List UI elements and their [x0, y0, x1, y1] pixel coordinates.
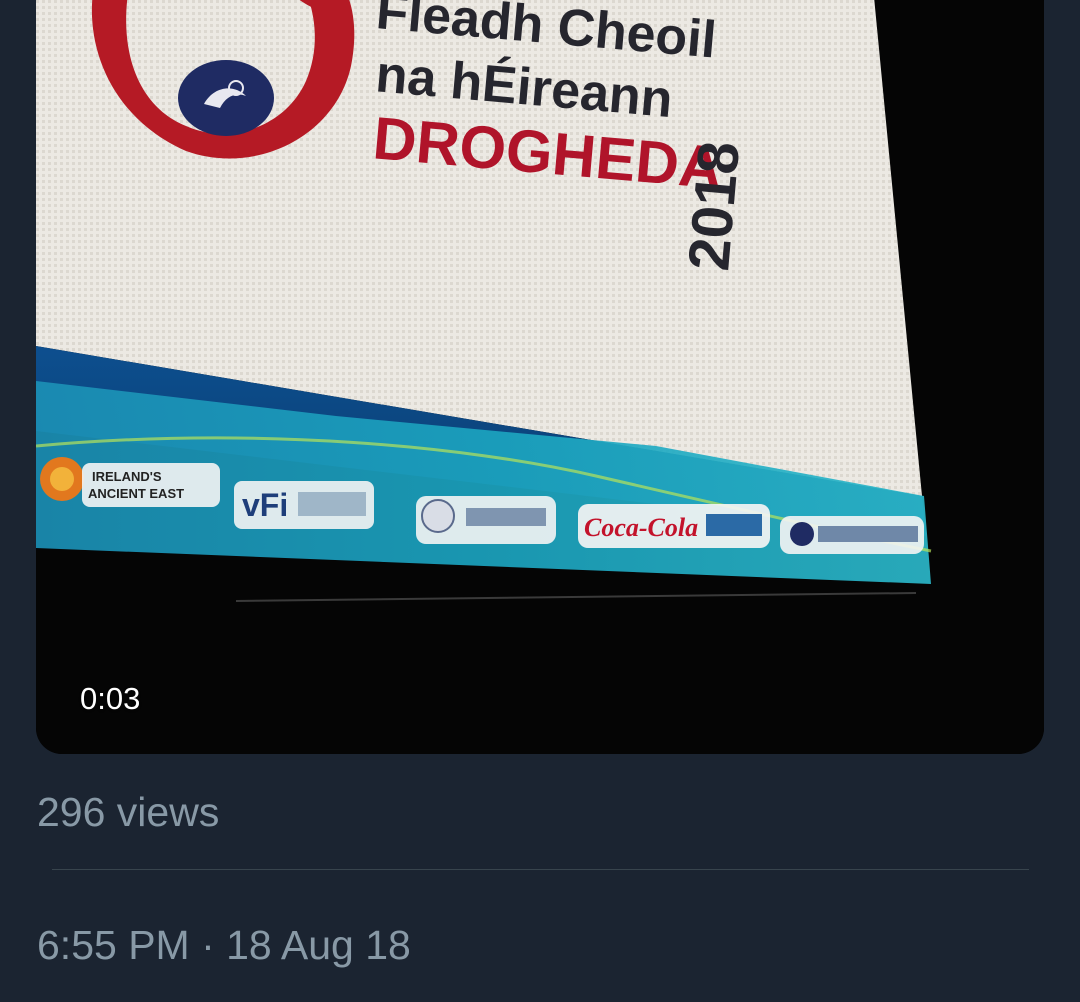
video-duration-badge: 0:03 [80, 681, 141, 716]
video-player[interactable]: Fleadh Cheoil na hÉireann DROGHEDA 2018 … [36, 0, 1044, 754]
sponsor-council [416, 496, 556, 544]
sponsor-social [780, 516, 924, 554]
sponsor-vfi: vFi [234, 481, 374, 529]
tweet-timestamp[interactable]: 6:55 PM · 18 Aug 18 [37, 921, 411, 969]
sponsor-ancient-east: IRELAND'S ANCIENT EAST [40, 457, 220, 507]
svg-text:IRELAND'S: IRELAND'S [92, 469, 162, 484]
sponsor-cocacola: Coca-Cola [578, 504, 770, 548]
tweet-detail-page: Fleadh Cheoil na hÉireann DROGHEDA 2018 … [0, 0, 1080, 1002]
svg-text:vFi: vFi [242, 487, 288, 523]
headline-year: 2018 [676, 139, 752, 273]
svg-text:ANCIENT EAST: ANCIENT EAST [88, 486, 184, 501]
view-count: 296 views [37, 789, 220, 835]
video-frame: Fleadh Cheoil na hÉireann DROGHEDA 2018 … [36, 0, 1044, 754]
divider [52, 869, 1029, 870]
svg-text:Coca-Cola: Coca-Cola [584, 513, 698, 542]
